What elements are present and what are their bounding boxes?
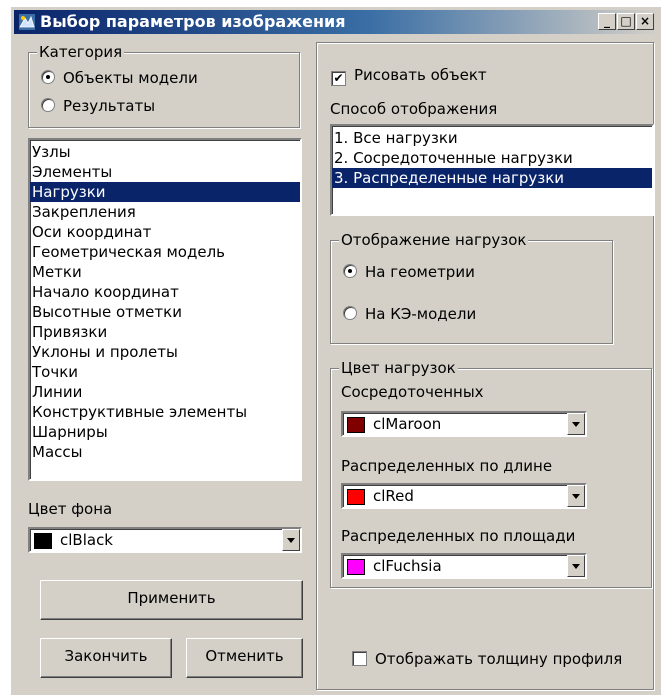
dropdown-arrow-icon[interactable]	[567, 555, 585, 577]
profile-thickness-label: Отображать толщину профиля	[375, 650, 623, 668]
list-item[interactable]: Массы	[30, 442, 300, 462]
list-item[interactable]: Узлы	[30, 142, 300, 162]
radio-empty-icon	[41, 98, 55, 112]
radio-empty-icon	[343, 306, 357, 320]
maximize-button[interactable]: □	[617, 13, 635, 30]
list-item-selected[interactable]: 3. Распределенные нагрузки	[332, 168, 652, 188]
list-item[interactable]: Закрепления	[30, 202, 300, 222]
radio-on-fe-model[interactable]: На КЭ-модели	[343, 305, 476, 323]
cancel-button-label: Отменить	[205, 647, 284, 665]
finish-button[interactable]: Закончить	[40, 638, 172, 678]
radio-label: Результаты	[63, 97, 156, 115]
apply-button[interactable]: Применить	[40, 580, 303, 620]
list-item[interactable]: 2. Сосредоточенные нагрузки	[332, 148, 652, 168]
distributed-area-label: Распределенных по площади	[341, 527, 576, 545]
checkbox-unchecked-icon	[352, 651, 367, 666]
display-mode-list[interactable]: 1. Все нагрузки 2. Сосредоточенные нагру…	[330, 124, 654, 216]
concentrated-color-select[interactable]: clMaroon	[341, 411, 587, 437]
load-display-legend: Отображение нагрузок	[339, 231, 529, 249]
draw-object-checkbox[interactable]: ✔ Рисовать объект	[331, 66, 487, 86]
dropdown-arrow-icon[interactable]	[567, 485, 585, 507]
list-item[interactable]: Метки	[30, 262, 300, 282]
radio-model-objects[interactable]: Объекты модели	[41, 69, 198, 87]
app-icon	[19, 14, 35, 30]
radio-label: На КЭ-модели	[365, 305, 477, 323]
radio-label: Объекты модели	[63, 69, 198, 87]
list-item-selected[interactable]: Нагрузки	[30, 182, 300, 202]
concentrated-label: Сосредоточенных	[341, 383, 484, 401]
distributed-area-color-select[interactable]: clFuchsia	[341, 553, 587, 579]
load-color-group: Цвет нагрузок Сосредоточенных clMaroon Р…	[330, 359, 652, 588]
minimize-button[interactable]: _	[598, 13, 616, 30]
cancel-button[interactable]: Отменить	[186, 638, 303, 678]
display-mode-label: Способ отображения	[330, 100, 498, 118]
color-swatch	[34, 533, 52, 549]
color-swatch	[347, 417, 365, 433]
list-item[interactable]: Начало координат	[30, 282, 300, 302]
radio-on-geometry[interactable]: На геометрии	[343, 263, 475, 281]
list-item[interactable]: Оси координат	[30, 222, 300, 242]
title-bar[interactable]: Выбор параметров изображения _ □ ×	[14, 10, 659, 34]
load-color-legend: Цвет нагрузок	[339, 359, 458, 377]
radio-label: На геометрии	[365, 263, 475, 281]
color-swatch	[347, 489, 365, 505]
list-item[interactable]: Точки	[30, 362, 300, 382]
background-color-select[interactable]: clBlack	[28, 527, 302, 553]
list-item[interactable]: Элементы	[30, 162, 300, 182]
dropdown-arrow-icon[interactable]	[282, 529, 300, 551]
distributed-area-color-value: clFuchsia	[373, 557, 442, 575]
finish-button-label: Закончить	[64, 647, 148, 665]
profile-thickness-checkbox[interactable]: Отображать толщину профиля	[352, 650, 622, 668]
radio-results[interactable]: Результаты	[41, 97, 155, 115]
category-legend: Категория	[37, 43, 125, 61]
radio-selected-icon	[41, 70, 55, 84]
distributed-length-color-value: clRed	[373, 487, 414, 505]
objects-list[interactable]: Узлы Элементы Нагрузки Закрепления Оси к…	[28, 138, 302, 481]
apply-button-label: Применить	[127, 589, 216, 607]
checkbox-checked-icon: ✔	[331, 71, 346, 86]
list-item[interactable]: Привязки	[30, 322, 300, 342]
radio-selected-icon	[343, 264, 357, 278]
list-item[interactable]: Уклоны и пролеты	[30, 342, 300, 362]
concentrated-color-value: clMaroon	[373, 415, 442, 433]
dropdown-arrow-icon[interactable]	[567, 413, 585, 435]
category-group: Категория Объекты модели Результаты	[28, 43, 300, 128]
close-button[interactable]: ×	[636, 13, 654, 30]
window-title: Выбор параметров изображения	[40, 12, 346, 31]
draw-object-label: Рисовать объект	[354, 66, 487, 84]
background-color-value: clBlack	[60, 531, 113, 549]
list-item[interactable]: Линии	[30, 382, 300, 402]
distributed-length-color-select[interactable]: clRed	[341, 483, 587, 509]
color-swatch	[347, 559, 365, 575]
list-item[interactable]: 1. Все нагрузки	[332, 128, 652, 148]
load-display-group: Отображение нагрузок На геометрии На КЭ-…	[330, 231, 613, 344]
list-item[interactable]: Геометрическая модель	[30, 242, 300, 262]
distributed-length-label: Распределенных по длине	[341, 457, 553, 475]
list-item[interactable]: Высотные отметки	[30, 302, 300, 322]
list-item[interactable]: Конструктивные элементы	[30, 402, 300, 422]
background-color-label: Цвет фона	[28, 500, 113, 518]
list-item[interactable]: Шарниры	[30, 422, 300, 442]
